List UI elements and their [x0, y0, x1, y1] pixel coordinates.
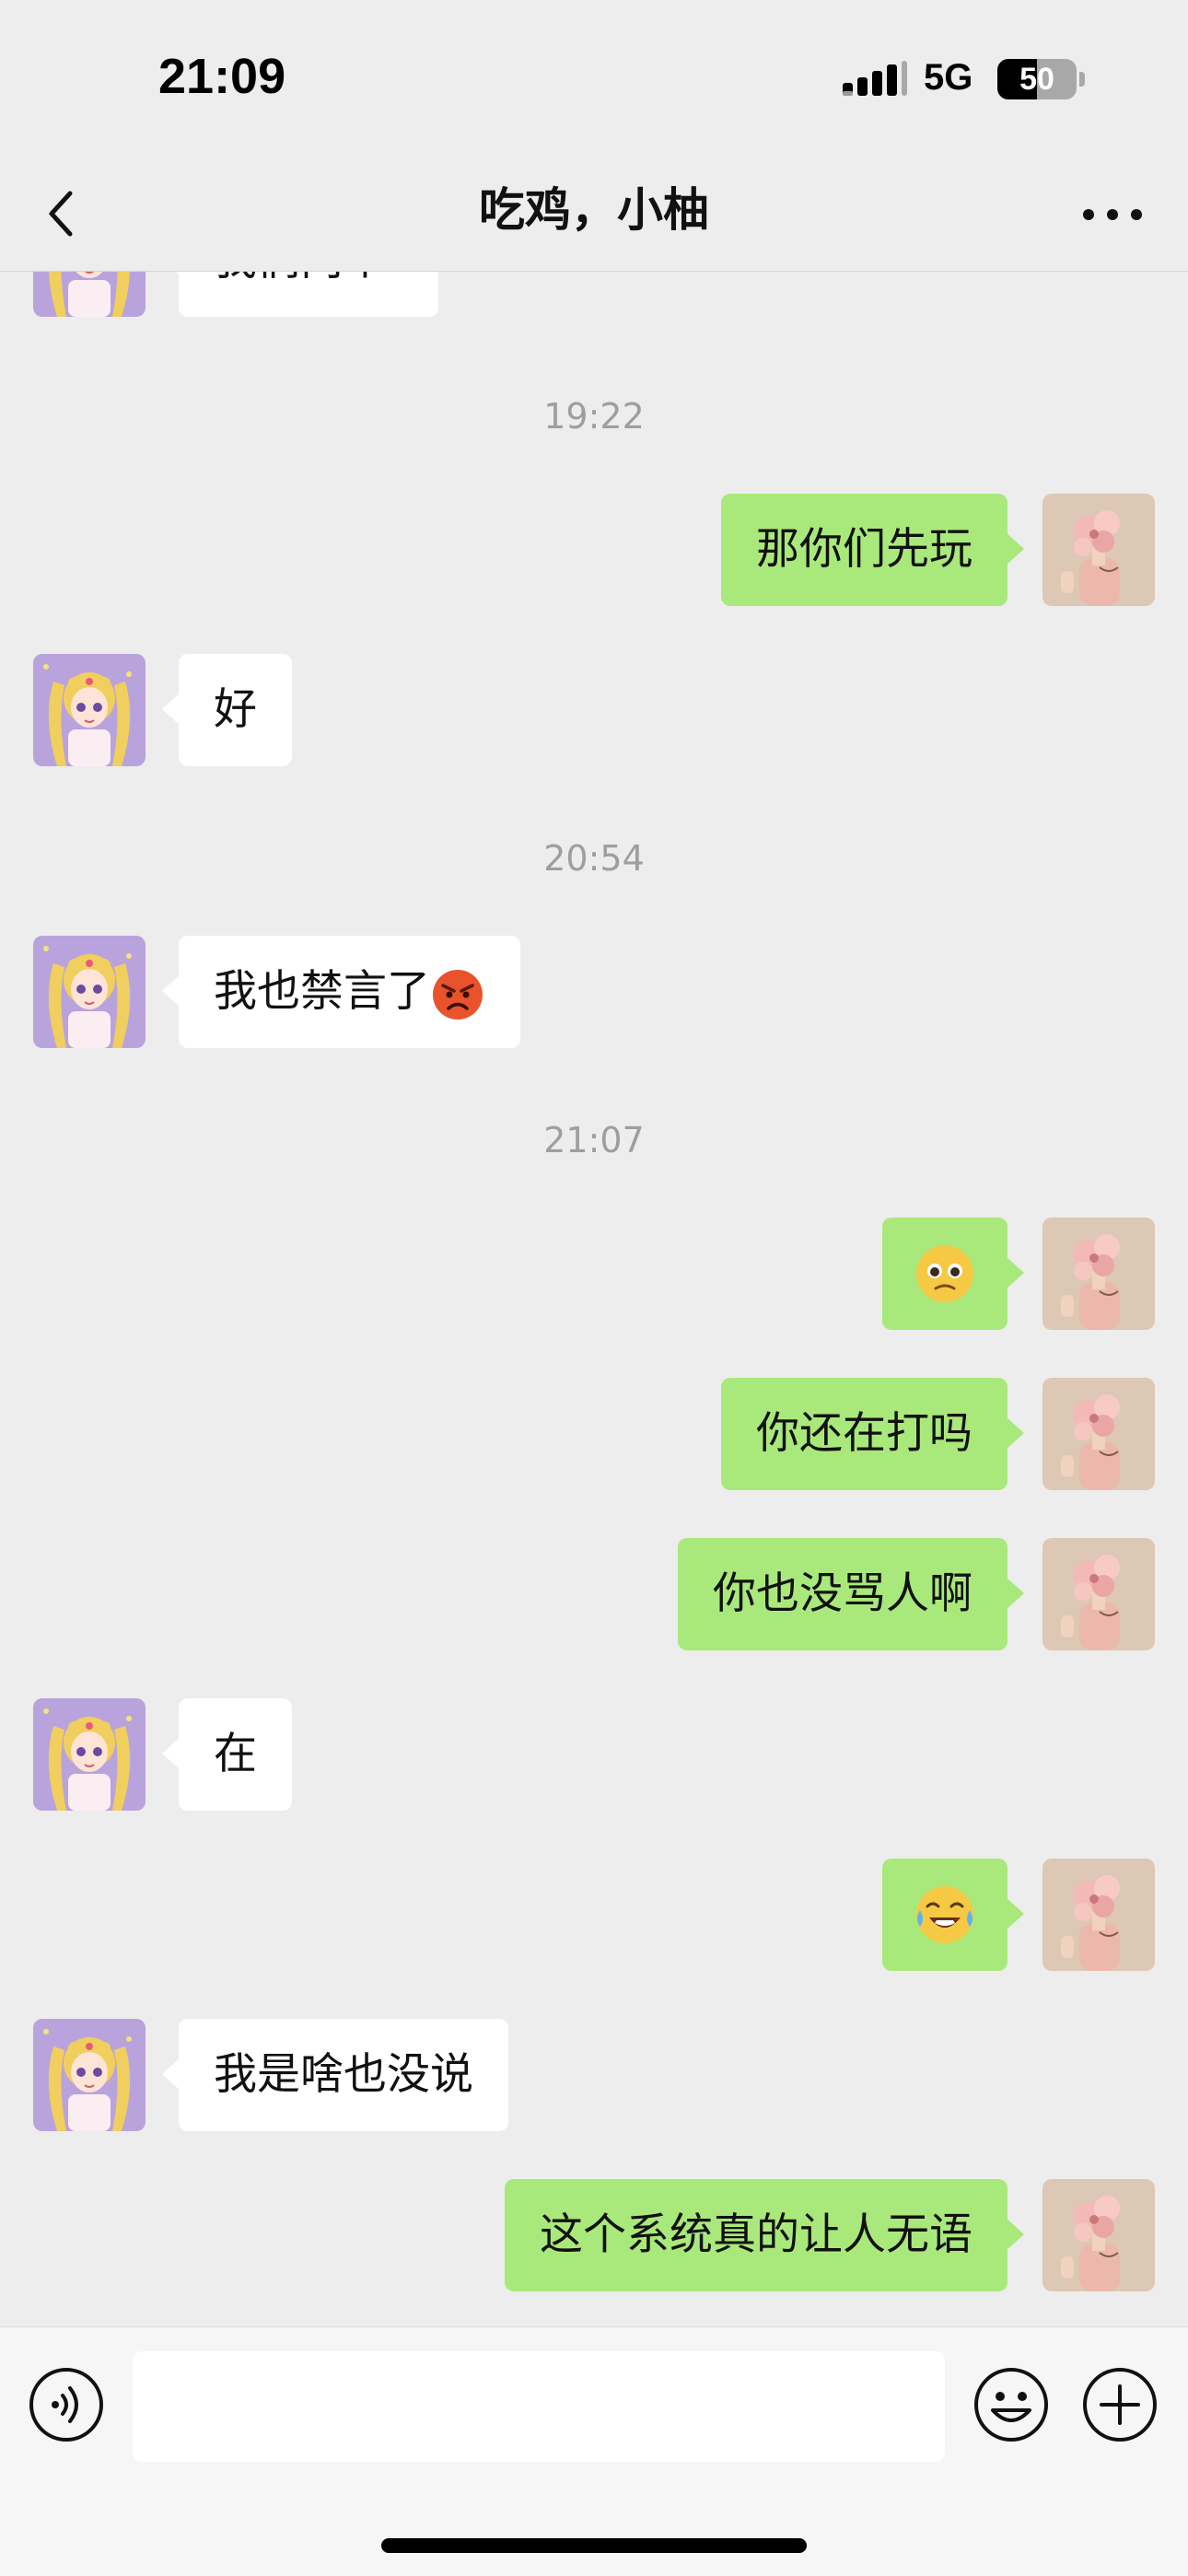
avatar[interactable]	[1042, 1538, 1155, 1650]
message-outgoing	[0, 1218, 1188, 1330]
avatar[interactable]	[33, 271, 146, 317]
message-outgoing: 那你们先玩	[0, 494, 1188, 606]
message-incoming: 我也禁言了	[0, 936, 1188, 1048]
chat-header: 吃鸡，小柚	[0, 157, 1188, 272]
message-bubble[interactable]: 我是啥也没说	[162, 2019, 508, 2131]
angry-face-emoji-icon	[433, 969, 483, 1020]
status-bar: 21:09 5G 50	[0, 0, 1188, 157]
avatar[interactable]	[33, 1698, 146, 1811]
message-bubble[interactable]: 在	[162, 1698, 292, 1811]
message-incoming: 我是啥也没说	[0, 2019, 1188, 2131]
message-bubble[interactable]: 你还在打吗	[721, 1378, 1024, 1490]
message-outgoing: 这个系统真的让人无语	[0, 2179, 1188, 2291]
avatar-image	[1042, 1378, 1155, 1490]
message-bubble[interactable]: 我们两个	[162, 271, 438, 317]
message-bubble[interactable]: 我也禁言了	[162, 936, 520, 1048]
timestamp: 19:22	[543, 396, 645, 437]
avatar-image	[33, 654, 146, 766]
avatar[interactable]	[1042, 1378, 1155, 1490]
message-incoming: 我们两个	[0, 271, 1188, 317]
battery-level: 50	[1019, 62, 1054, 97]
avatar[interactable]	[1042, 1218, 1155, 1330]
avatar-image	[33, 936, 146, 1048]
avatar[interactable]	[33, 654, 146, 766]
timestamp: 21:07	[543, 1120, 645, 1160]
avatar-image	[1042, 1218, 1155, 1330]
message-text: 我也禁言了	[214, 966, 430, 1017]
avatar-image	[33, 2019, 146, 2131]
voice-icon[interactable]	[28, 2366, 105, 2443]
smiley-icon[interactable]	[973, 2366, 1050, 2443]
message-bubble[interactable]: 那你们先玩	[721, 494, 1024, 606]
status-time: 21:09	[158, 49, 286, 104]
avatar-image	[33, 271, 146, 317]
message-incoming: 在	[0, 1698, 1188, 1811]
avatar-image	[1042, 1859, 1155, 1971]
message-bubble[interactable]	[882, 1859, 1024, 1971]
home-indicator[interactable]	[381, 2538, 807, 2553]
avatar[interactable]	[1042, 2179, 1155, 2291]
avatar[interactable]	[33, 936, 146, 1048]
avatar[interactable]	[1042, 1859, 1155, 1971]
avatar-image	[1042, 494, 1155, 606]
avatar-image	[33, 1698, 146, 1811]
battery-cap	[1079, 72, 1085, 87]
message-outgoing: 你也没骂人啊	[0, 1538, 1188, 1650]
battery-icon: 50	[997, 59, 1077, 99]
timestamp: 20:54	[543, 838, 645, 879]
message-outgoing	[0, 1859, 1188, 1971]
avatar[interactable]	[33, 2019, 146, 2131]
avatar-image	[1042, 2179, 1155, 2291]
message-outgoing: 你还在打吗	[0, 1378, 1188, 1490]
message-bubble[interactable]: 你也没骂人啊	[678, 1538, 1024, 1650]
network-type: 5G	[924, 57, 973, 98]
signal-strength-icon	[843, 61, 907, 96]
message-bubble[interactable]: 好	[162, 654, 292, 766]
chat-title: 吃鸡，小柚	[479, 183, 709, 237]
message-bubble[interactable]: 这个系统真的让人无语	[505, 2179, 1024, 2291]
rolling-laughing-crying-emoji-icon	[916, 1886, 973, 1943]
pleading-face-emoji-icon	[916, 1245, 973, 1302]
message-incoming: 好	[0, 654, 1188, 766]
more-horizontal-icon[interactable]	[1076, 192, 1149, 238]
avatar[interactable]	[1042, 494, 1155, 606]
chat-message-list[interactable]: 我们两个 19:22 那你们先玩 好 20:54 我也禁言了	[0, 271, 1188, 2326]
message-bubble[interactable]	[882, 1218, 1024, 1330]
message-input[interactable]	[133, 2351, 945, 2462]
avatar-image	[1042, 1538, 1155, 1650]
plus-icon[interactable]	[1081, 2366, 1159, 2443]
